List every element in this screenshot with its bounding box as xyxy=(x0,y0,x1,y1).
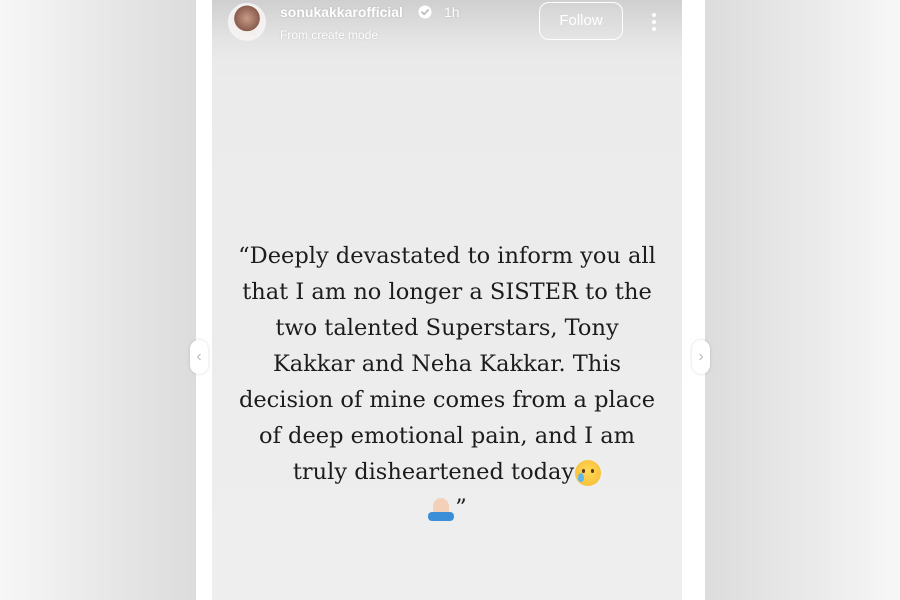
story-quote: “Deeply devastated to inform you all tha… xyxy=(232,238,662,526)
story-viewer: sonukakkarofficial 1h From create mode F… xyxy=(0,0,900,600)
folded-hands-emoji-icon xyxy=(427,496,455,522)
more-options-icon[interactable] xyxy=(644,10,664,34)
previous-story-preview[interactable] xyxy=(0,0,196,600)
story-subtext: From create mode xyxy=(280,28,379,42)
quote-close: ” xyxy=(455,495,467,521)
next-story-preview[interactable] xyxy=(705,0,900,600)
verified-badge-icon xyxy=(418,5,432,19)
chevron-left-icon: ‹ xyxy=(196,348,202,365)
previous-story-button[interactable]: ‹ xyxy=(190,340,208,374)
follow-button[interactable]: Follow xyxy=(539,2,623,40)
chevron-right-icon: › xyxy=(698,348,704,365)
story-card: sonukakkarofficial 1h From create mode F… xyxy=(212,0,682,600)
post-time: 1h xyxy=(444,4,460,20)
quote-text: “Deeply devastated to inform you all tha… xyxy=(238,243,656,485)
avatar[interactable] xyxy=(228,3,266,41)
crying-face-emoji-icon xyxy=(575,460,602,486)
next-story-button[interactable]: › xyxy=(692,340,710,374)
username-link[interactable]: sonukakkarofficial xyxy=(280,4,403,20)
